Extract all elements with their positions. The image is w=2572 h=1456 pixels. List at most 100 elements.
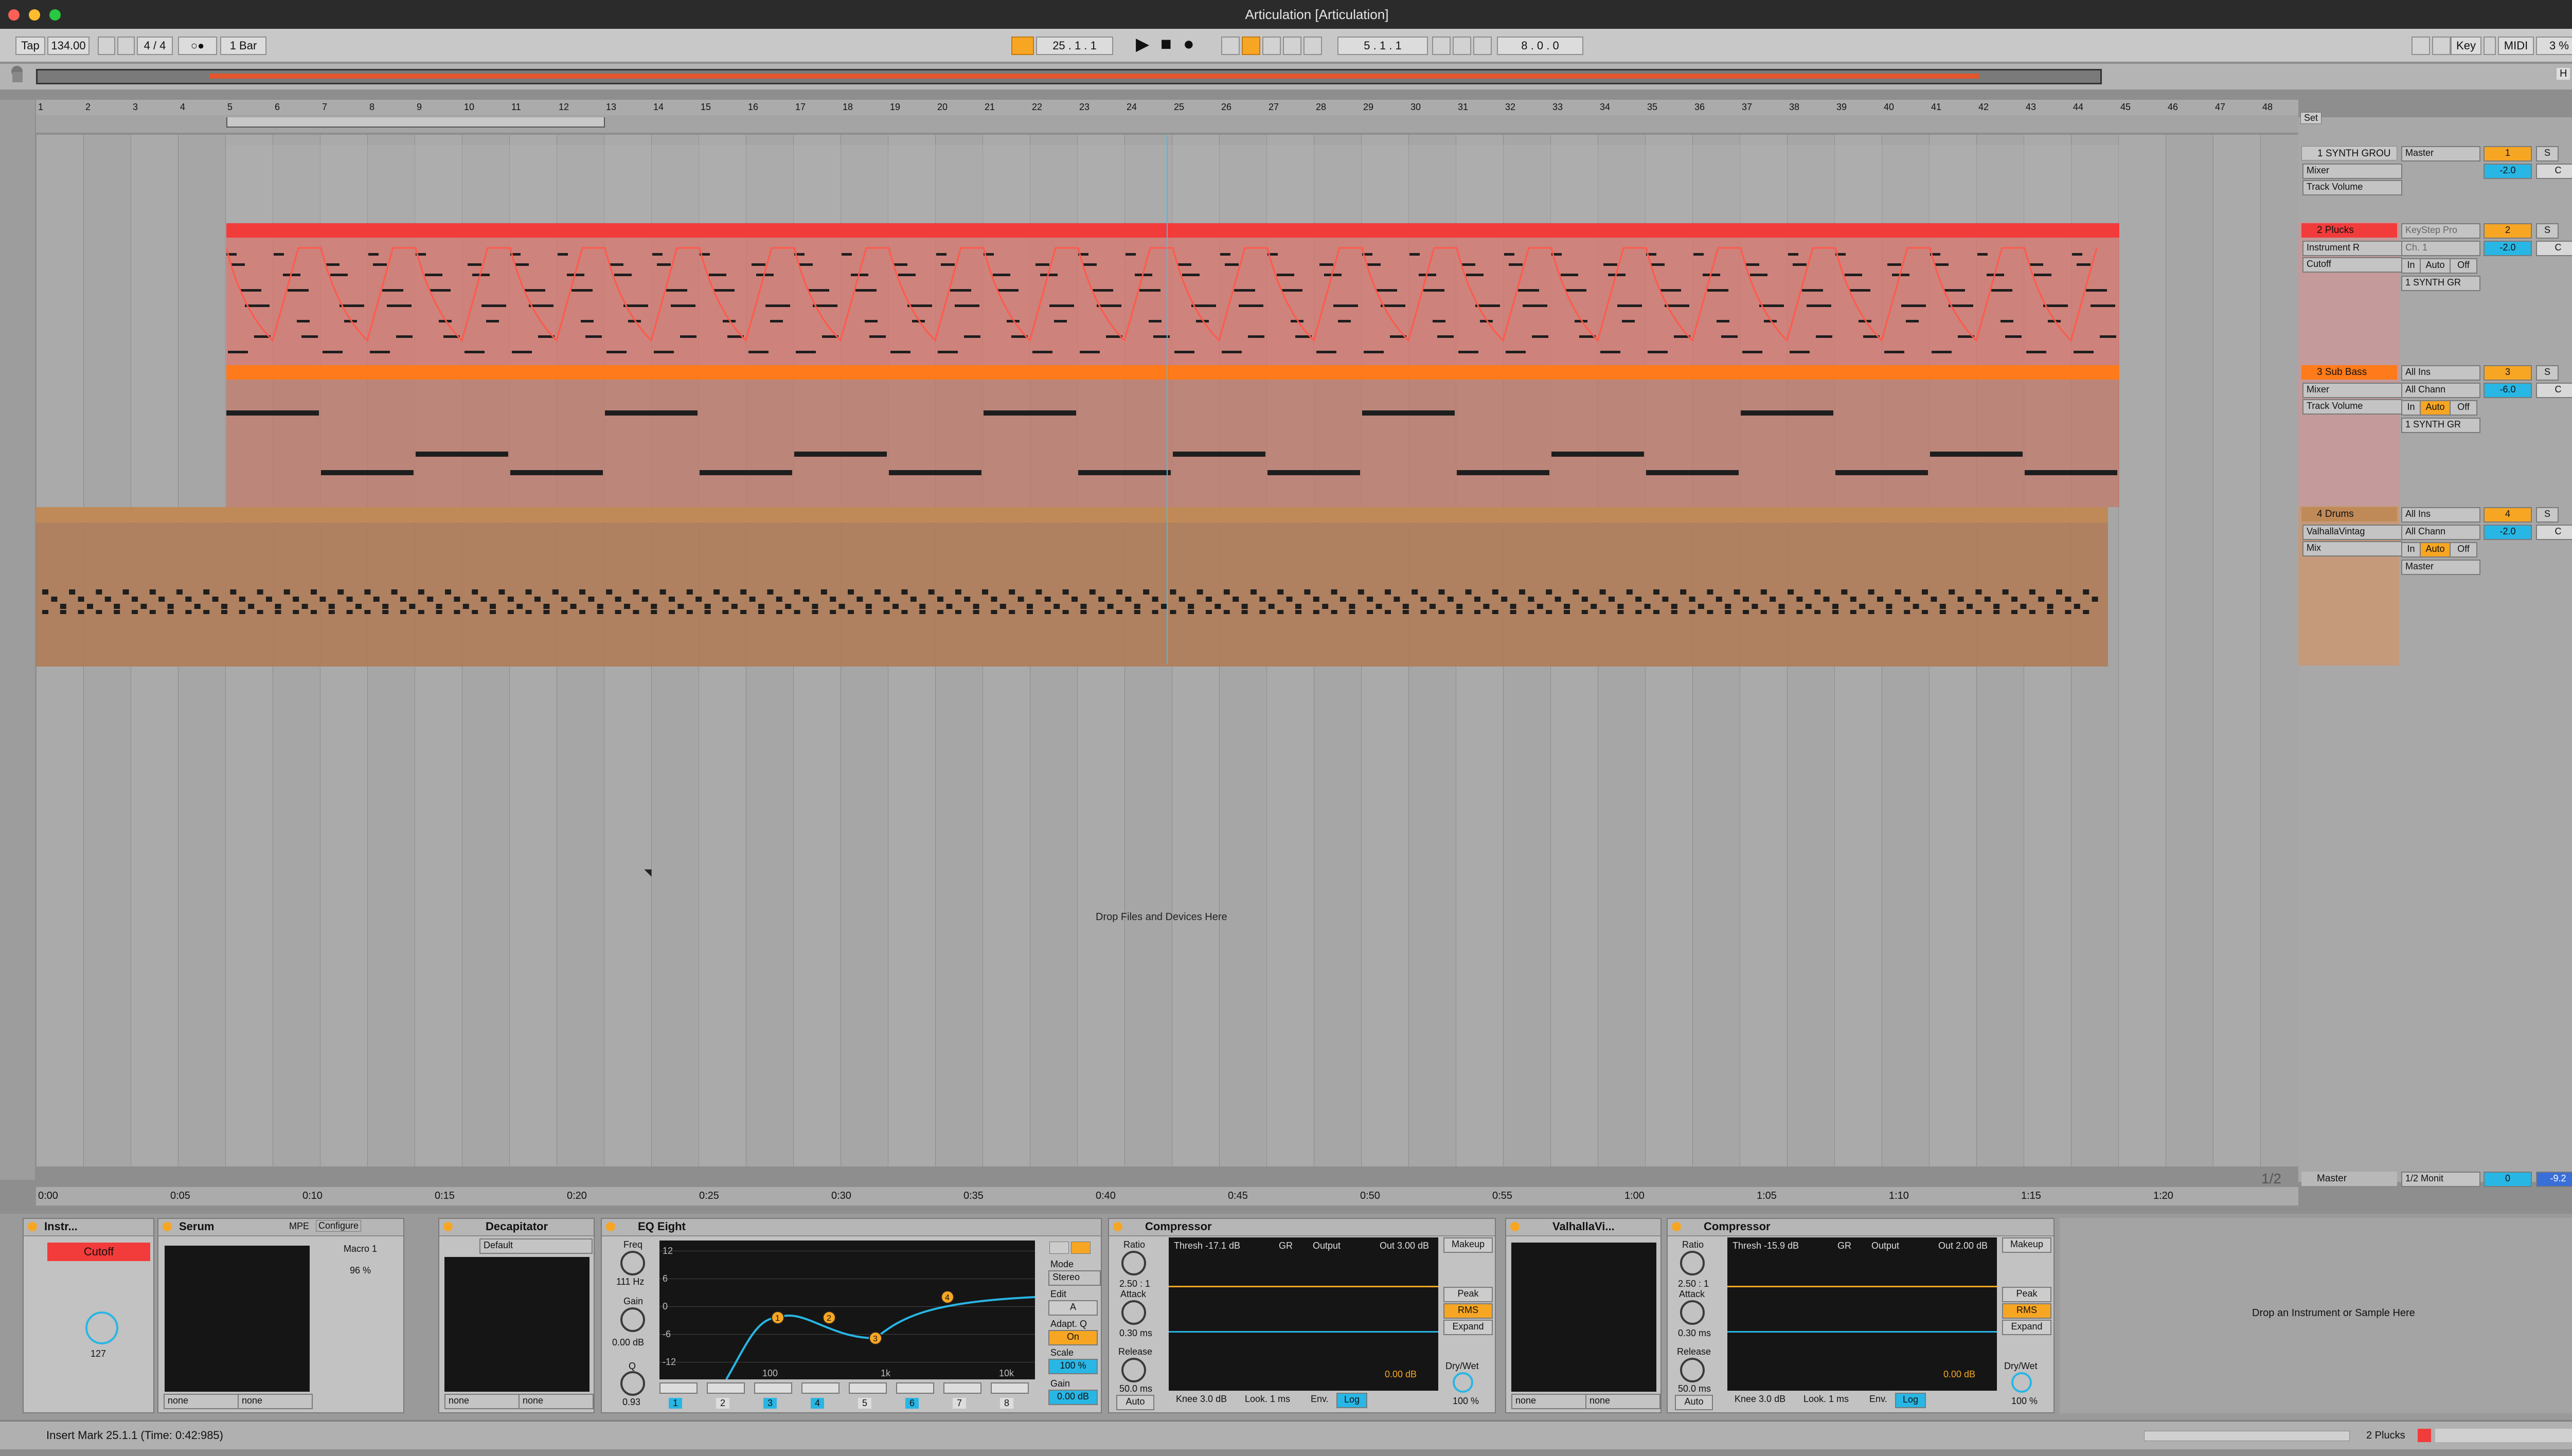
output-menu-sub-bass[interactable]: 1 SYNTH GR: [2401, 418, 2480, 433]
overdub-button[interactable]: [1221, 37, 1240, 55]
eq-band-toggle[interactable]: 4: [811, 1398, 825, 1409]
eq-freq-value[interactable]: 111 Hz: [616, 1277, 644, 1287]
device-eq-eight[interactable]: EQ Eight Freq 111 Hz Gain 0.00 dB Q 0.93…: [601, 1218, 1102, 1413]
eq-q-knob[interactable]: [620, 1371, 645, 1396]
device-serum[interactable]: Serum MPE Configure Macro 1 96 % none no…: [157, 1218, 404, 1413]
pan-field-plucks[interactable]: C: [2536, 241, 2572, 256]
device-decapitator[interactable]: Decapitator Default none none: [438, 1218, 595, 1413]
comp2-auto-button[interactable]: Auto: [1675, 1395, 1713, 1410]
comp1-expand-button[interactable]: Expand: [1443, 1320, 1493, 1335]
comp1-auto-button[interactable]: Auto: [1116, 1395, 1154, 1410]
comp1-makeup-button[interactable]: Makeup: [1443, 1237, 1493, 1253]
monitor-off-plucks[interactable]: Off: [2450, 258, 2477, 274]
comp1-threshold-line[interactable]: [1169, 1286, 1438, 1287]
comp2-release-knob[interactable]: [1680, 1358, 1705, 1382]
param-menu-sub-bass[interactable]: Track Volume: [2302, 399, 2402, 415]
param-menu-synth-group[interactable]: Track Volume: [2302, 180, 2402, 195]
left-toggle-icon[interactable]: [12, 72, 23, 82]
eq-eight-title[interactable]: EQ Eight: [602, 1219, 1101, 1236]
comp1-release-knob[interactable]: [1121, 1358, 1146, 1382]
configure-button[interactable]: Configure: [316, 1220, 362, 1232]
serum-title[interactable]: Serum: [158, 1219, 403, 1236]
comp2-gr-toggle[interactable]: GR: [1837, 1241, 1851, 1251]
track-title-sub-bass[interactable]: 3 Sub Bass: [2301, 365, 2397, 380]
stop-icon[interactable]: ■: [1160, 33, 1172, 55]
eq-adaptive-button[interactable]: [1071, 1242, 1091, 1254]
monitor-auto-drums[interactable]: Auto: [2420, 542, 2451, 558]
valhalla-menu-2[interactable]: none: [1585, 1394, 1660, 1409]
comp2-release-value[interactable]: 50.0 ms: [1678, 1383, 1711, 1394]
re-enable-automation-button[interactable]: [1262, 37, 1281, 55]
eq-gain-value[interactable]: 0.00 dB: [612, 1337, 644, 1348]
pan-field-master[interactable]: -9.2: [2536, 1172, 2572, 1187]
output-menu-master[interactable]: 1/2 Monit: [2401, 1172, 2480, 1187]
monitor-in-drums[interactable]: In: [2401, 542, 2421, 558]
monitor-off-drums[interactable]: Off: [2450, 542, 2477, 558]
channel-menu-sub-bass[interactable]: All Chann: [2401, 383, 2480, 398]
track-title-plucks[interactable]: 2 Plucks: [2301, 223, 2397, 238]
comp1-log-button[interactable]: Log: [1336, 1393, 1367, 1408]
monitor-in-plucks[interactable]: In: [2401, 258, 2421, 274]
output-menu-drums[interactable]: Master: [2401, 560, 2480, 575]
eq-filter-type-button[interactable]: [849, 1382, 887, 1394]
comp1-display[interactable]: Thresh -17.1 dB GR Output Out 3.00 dB 0.…: [1169, 1237, 1438, 1391]
tap-tempo-button[interactable]: Tap: [15, 37, 45, 55]
comp2-drywet-value[interactable]: 100 %: [2011, 1396, 2038, 1407]
eq-scale-field[interactable]: 100 %: [1048, 1359, 1098, 1374]
time-ruler[interactable]: 0:00 0:05 0:10 0:15 0:20 0:25 0:30 0:35 0:40 0:45…: [36, 1187, 2298, 1206]
device-compressor-1[interactable]: Compressor Ratio 2.50 : 1 Attack 0.30 ms…: [1108, 1218, 1496, 1413]
input-menu-plucks[interactable]: KeyStep Pro: [2401, 223, 2480, 239]
track-number-drums[interactable]: 4: [2484, 507, 2532, 523]
input-menu-sub-bass[interactable]: All Ins: [2401, 365, 2480, 381]
monitor-in-sub-bass[interactable]: In: [2401, 400, 2421, 416]
comp2-ratio-value[interactable]: 2.50 : 1: [1678, 1279, 1709, 1289]
volume-field-drums[interactable]: -2.0: [2484, 525, 2532, 540]
track-number-sub-bass[interactable]: 3: [2484, 365, 2532, 381]
comp1-release-value[interactable]: 50.0 ms: [1119, 1383, 1152, 1394]
comp1-threshold[interactable]: Thresh -17.1 dB: [1174, 1241, 1240, 1251]
macro-cutoff-knob[interactable]: [85, 1311, 118, 1344]
plucks-clip-header[interactable]: [226, 223, 2119, 238]
overview-h-button[interactable]: H: [2557, 68, 2570, 80]
overview-visible-region[interactable]: [36, 69, 2102, 84]
comp2-display[interactable]: Thresh -15.9 dB GR Output Out 2.00 dB 0.…: [1727, 1237, 1997, 1391]
loop-button[interactable]: [1453, 37, 1471, 55]
eq-filter-type-button[interactable]: [991, 1382, 1029, 1394]
channel-menu-plucks[interactable]: Ch. 1: [2401, 241, 2480, 256]
nudge-up-button[interactable]: [117, 37, 135, 55]
eq-graph[interactable]: 12 6 0 -6 -12 100 1k 10k 1 2 3 4: [659, 1241, 1035, 1379]
eq-adapt-q-toggle[interactable]: On: [1048, 1330, 1098, 1345]
comp1-ratio-value[interactable]: 2.50 : 1: [1119, 1279, 1150, 1289]
comp1-drywet-knob[interactable]: [1453, 1372, 1473, 1393]
comp1-attack-value[interactable]: 0.30 ms: [1119, 1328, 1152, 1339]
eq-band-toggle[interactable]: 1: [669, 1398, 683, 1409]
device-power-icon[interactable]: [1510, 1222, 1520, 1231]
valhalla-menu-1[interactable]: none: [1511, 1394, 1586, 1409]
decapitator-menu-1[interactable]: none: [444, 1394, 520, 1409]
device-power-icon[interactable]: [163, 1222, 172, 1231]
track-title-master[interactable]: Master: [2301, 1172, 2397, 1186]
comp2-knee[interactable]: Knee 3.0 dB: [1735, 1394, 1785, 1405]
arrangement-view[interactable]: Drop Files and Devices Here: [36, 135, 2298, 1166]
eq-band-toggle[interactable]: 3: [763, 1398, 777, 1409]
serum-menu-2[interactable]: none: [238, 1394, 313, 1409]
device-power-icon[interactable]: [1672, 1222, 1681, 1231]
comp2-ratio-knob[interactable]: [1680, 1251, 1705, 1275]
device-menu-plucks[interactable]: Instrument R: [2302, 241, 2402, 256]
comp1-drywet-value[interactable]: 100 %: [1453, 1396, 1479, 1407]
pan-field-drums[interactable]: C: [2536, 525, 2572, 540]
device-menu-sub-bass[interactable]: Mixer: [2302, 383, 2402, 398]
eq-freq-knob[interactable]: [620, 1251, 645, 1275]
automation-arm-button[interactable]: [1242, 37, 1260, 55]
comp2-lookahead[interactable]: Look. 1 ms: [1803, 1394, 1849, 1405]
eq-band-toggle[interactable]: 6: [905, 1398, 919, 1409]
decapitator-title[interactable]: Decapitator: [439, 1219, 594, 1236]
capture-midi-button[interactable]: [1283, 37, 1301, 55]
eq-filter-type-button[interactable]: [943, 1382, 981, 1394]
eq-filter-type-button[interactable]: [896, 1382, 934, 1394]
eq-band-toggle[interactable]: 8: [1000, 1398, 1014, 1409]
device-drop-zone[interactable]: Drop an Instrument or Sample Here: [2060, 1218, 2572, 1413]
play-icon[interactable]: ▶: [1136, 34, 1149, 55]
eq-filter-type-button[interactable]: [801, 1382, 840, 1394]
device-power-icon[interactable]: [1113, 1222, 1122, 1231]
